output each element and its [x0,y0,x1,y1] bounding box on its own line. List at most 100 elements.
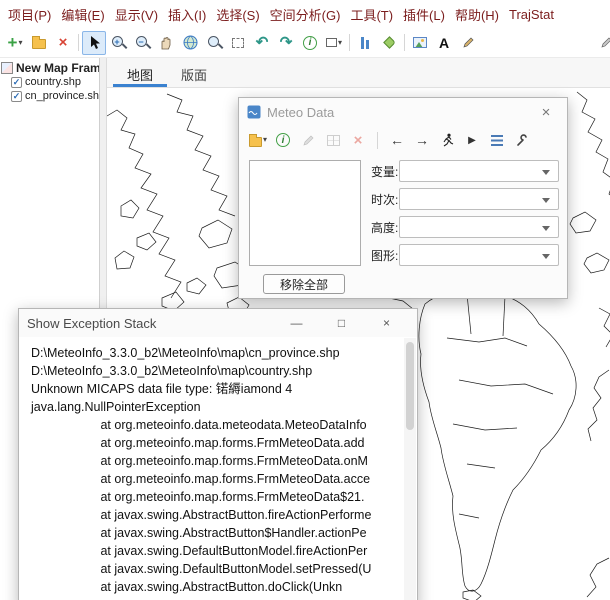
menu-bar: 项目(P) 编辑(E) 显示(V) 插入(I) 选择(S) 空间分析(G) 工具… [0,0,610,28]
meteoinfo-window: 项目(P) 编辑(E) 显示(V) 插入(I) 选择(S) 空间分析(G) 工具… [0,0,610,600]
vertical-scrollbar[interactable] [404,338,416,600]
stack-line: at javax.swing.DefaultButtonModel.setPre… [31,560,403,578]
layer-label: cn_province.shp [25,90,100,102]
plus-sign: + [113,37,121,47]
layer-item-country[interactable]: ✓ country.shp [1,75,98,89]
remove-layers-button[interactable]: × [51,31,75,55]
maximize-button[interactable]: □ [319,316,364,330]
exception-stack-text[interactable]: D:\MeteoInfo_3.3.0_b2\MeteoInfo\map\cn_p… [19,337,417,600]
menu-spatial-analysis[interactable]: 空间分析(G) [265,1,346,28]
identify-button[interactable]: i [298,31,322,55]
data-table-button[interactable] [324,131,342,149]
insert-text-button[interactable]: A [432,31,456,55]
settings-list-button[interactable] [488,131,506,149]
list-icon [491,135,503,146]
animate-button[interactable] [438,131,456,149]
zoom-to-extent-button[interactable] [202,31,226,55]
layer-item-cn-province[interactable]: ✓ cn_province.shp [1,89,98,103]
close-button[interactable]: × [364,316,409,330]
full-extent-button[interactable] [178,31,202,55]
dashed-rect-icon [232,38,244,48]
pen-icon [462,36,475,49]
level-combobox[interactable] [399,216,559,238]
exception-dialog-titlebar[interactable]: Show Exception Stack — □ × [19,309,417,337]
folder-icon [249,137,262,147]
tab-layout[interactable]: 版面 [167,58,221,87]
play-icon: ▶ [468,135,476,146]
redo-icon: ↷ [280,35,293,50]
undo-button[interactable]: ↶ [250,31,274,55]
menu-project[interactable]: 项目(P) [3,1,56,28]
select-feature-button[interactable]: ▾ [322,31,346,55]
menu-plugins[interactable]: 插件(L) [398,1,450,28]
data-file-list[interactable] [249,160,361,266]
menu-trajstat[interactable]: TrajStat [504,3,559,26]
menu-edit[interactable]: 编辑(E) [56,1,109,28]
label-button[interactable] [377,31,401,55]
layer-checkbox[interactable]: ✓ [11,77,22,88]
undo-icon: ↶ [256,35,269,50]
measure-button[interactable] [353,31,377,55]
close-button[interactable]: × [533,104,559,121]
caret-down-icon: ▾ [18,39,22,47]
previous-time-button[interactable]: ← [388,131,406,149]
stack-line: at org.meteoinfo.map.forms.FrmMeteoData.… [31,434,403,452]
draw-button[interactable] [456,31,480,55]
clipped-toolbar-button[interactable] [594,31,610,55]
window-controls: — □ × [274,316,409,330]
step-button[interactable]: ▶ [463,131,481,149]
stack-line: at javax.swing.AbstractButton.doClick(Un… [31,578,403,596]
layer-checkbox[interactable]: ✓ [11,91,22,102]
caret-down-icon: ▾ [263,136,267,144]
graphic-row: 图形: [371,244,559,266]
layer-label: country.shp [25,76,81,88]
draw-data-button[interactable] [299,131,317,149]
next-time-button[interactable]: → [413,131,431,149]
menu-insert[interactable]: 插入(I) [163,1,211,28]
select-tool-button[interactable] [82,31,106,55]
remove-data-button[interactable]: × [349,131,367,149]
stack-line: at javax.swing.AbstractButton$Handler.ac… [31,524,403,542]
menu-tools[interactable]: 工具(T) [345,1,398,28]
close-icon: × [59,35,68,50]
folder-icon [32,39,46,49]
menu-help[interactable]: 帮助(H) [450,1,504,28]
rect-icon [326,38,337,47]
redo-button[interactable]: ↷ [274,31,298,55]
zoom-in-button[interactable]: + [106,31,130,55]
info-circle-icon: i [303,36,317,50]
pan-button[interactable] [154,31,178,55]
stack-line: java.lang.NullPointerException [31,398,403,416]
data-info-button[interactable]: i [274,131,292,149]
map-frame-node[interactable]: New Map Frame [1,61,98,75]
open-data-button[interactable]: ▾ [249,131,267,149]
select-rectangle-button[interactable] [226,31,250,55]
plus-icon: + [8,34,18,51]
runner-icon [441,133,454,147]
time-combobox[interactable] [399,188,559,210]
zoom-out-button[interactable]: − [130,31,154,55]
dialog-title: Meteo Data [267,105,334,120]
open-file-button[interactable] [27,31,51,55]
exception-stack-dialog: Show Exception Stack — □ × D:\MeteoInfo_… [18,308,418,600]
info-circle-icon: i [276,133,290,147]
insert-image-button[interactable] [408,31,432,55]
zoom-out-icon: − [135,35,150,50]
scrollbar-thumb[interactable] [406,342,414,430]
map-frame-icon [1,62,13,74]
add-layer-button[interactable]: + ▾ [3,31,27,55]
remove-all-button[interactable]: 移除全部 [263,274,345,294]
menu-selection[interactable]: 选择(S) [211,1,264,28]
level-row: 高度: [371,216,559,238]
globe-icon [183,35,198,50]
variable-combobox[interactable] [399,160,559,182]
menu-view[interactable]: 显示(V) [110,1,163,28]
graphic-combobox[interactable] [399,244,559,266]
tab-map[interactable]: 地图 [113,58,167,87]
toolbar-separator [377,132,378,149]
run-script-button[interactable] [513,131,531,149]
minimize-button[interactable]: — [274,316,319,330]
close-icon: × [354,133,363,148]
table-icon [327,135,340,146]
meteo-dialog-titlebar[interactable]: Meteo Data × [239,98,567,126]
